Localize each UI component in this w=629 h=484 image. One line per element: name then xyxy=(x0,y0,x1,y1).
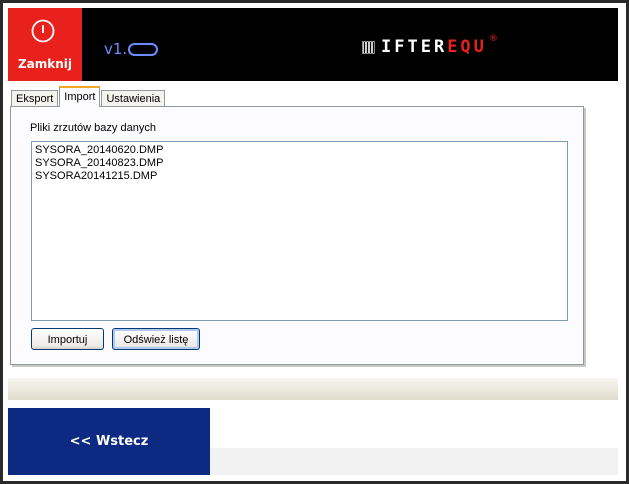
tab-import[interactable]: Import xyxy=(59,86,101,107)
dump-files-list[interactable]: SYSORA_20140620.DMP SYSORA_20140823.DMP … xyxy=(31,141,568,321)
version-label: v1. xyxy=(104,36,159,62)
list-item[interactable]: SYSORA20141215.DMP xyxy=(32,170,163,183)
tab-ustawienia[interactable]: Ustawienia xyxy=(101,90,166,107)
dump-files-label: Pliki zrzutów bazy danych xyxy=(30,122,156,134)
import-button[interactable]: Importuj xyxy=(31,328,104,350)
import-panel: Pliki zrzutów bazy danych SYSORA_2014062… xyxy=(10,106,584,365)
registered-mark: ® xyxy=(488,34,498,44)
tab-eksport[interactable]: Eksport xyxy=(11,90,59,107)
list-item[interactable]: SYSORA_20140823.DMP xyxy=(32,157,163,170)
power-icon xyxy=(31,19,55,43)
logo-text-red: EQU xyxy=(447,37,487,57)
logo-text-white: IFTER xyxy=(381,37,448,57)
close-label: Zamknij xyxy=(17,57,73,71)
version-zero-ring xyxy=(128,42,159,56)
list-item[interactable]: SYSORA_20140620.DMP xyxy=(32,144,163,157)
refresh-list-button[interactable]: Odśwież listę xyxy=(112,328,200,350)
tab-bar: Eksport Import Ustawienia xyxy=(11,86,166,107)
close-button[interactable]: Zamknij xyxy=(8,8,82,81)
version-prefix: v1. xyxy=(104,40,128,58)
status-bar xyxy=(8,378,618,400)
footer-spacer xyxy=(210,408,618,448)
back-button[interactable]: << Wstecz xyxy=(8,408,210,475)
logo-mark-icon xyxy=(362,40,375,54)
header-bar: Zamknij v1. IFTER EQU ® xyxy=(8,8,618,81)
ifterequ-logo: IFTER EQU ® xyxy=(362,34,498,59)
